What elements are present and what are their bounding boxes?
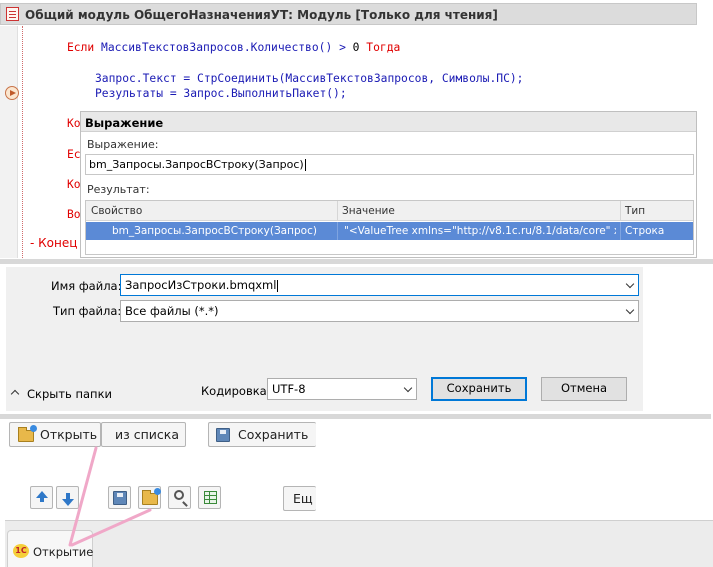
result-type-cell[interactable]: Строка [625,225,693,237]
save-disk-icon [216,428,230,442]
open-folder-icon [142,488,161,505]
magnifier-icon [174,490,184,500]
chevron-down-icon[interactable] [625,305,635,315]
module-window-titlebar: Общий модуль ОбщегоНазначенияУТ: Модуль … [0,3,697,25]
hide-folders-toggle[interactable]: Скрыть папки [27,387,112,401]
code-line-if[interactable]: Если МассивТекстовЗапросов.Количество() … [67,41,400,54]
open-folder-icon [18,425,37,442]
result-table-header: Свойство Значение Тип [86,201,693,221]
file-type-label: Тип файла: [53,304,122,318]
code-fragment: Во [67,208,81,221]
fold-guide [22,26,23,258]
chevron-up-icon[interactable] [10,389,20,399]
result-table[interactable]: Свойство Значение Тип bm_Запросы.ЗапросВ… [85,200,694,255]
save-toolbar-button[interactable]: Сохранить [208,422,316,447]
move-down-button[interactable] [56,486,79,509]
tab-open[interactable]: 1С Открытие [7,530,93,567]
code-gutter[interactable] [0,26,18,258]
expression-dialog: Выражение Выражение: bm_Запросы.ЗапросВС… [80,111,697,258]
encoding-label: Кодировка: [201,384,271,398]
code-fragment: Ес [67,148,81,161]
expression-dialog-title: Выражение [81,112,696,132]
spreadsheet-button[interactable] [198,486,221,509]
code-fragment: Ко [67,117,81,130]
save-small-button[interactable] [108,486,131,509]
from-list-button[interactable]: из списка [101,422,186,447]
arrow-down-icon [62,493,74,506]
file-type-select[interactable]: Все файлы (*.*) [120,300,639,322]
module-icon [6,7,19,21]
expression-label: Выражение: [87,138,159,151]
file-name-input[interactable]: ЗапросИзСтроки.bmqxml [120,274,639,296]
save-button[interactable]: Сохранить [431,377,527,401]
save-file-dialog: Имя файла: ЗапросИзСтроки.bmqxml Тип фай… [6,267,643,411]
panel-divider [0,259,713,264]
panel-divider [0,414,711,419]
result-value-cell[interactable]: "<ValueTree xmlns="http://v8.1c.ru/8.1/d… [344,225,616,237]
window-tab-bar: 1С Открытие [5,520,713,567]
arrow-up-icon [36,491,48,502]
more-button[interactable]: Ещ [283,486,316,511]
preview-button[interactable] [168,486,191,509]
expression-input[interactable]: bm_Запросы.ЗапросВСтроку(Запрос) [85,154,694,175]
result-label: Результат: [87,183,150,196]
open-button[interactable]: Открыть [9,422,101,447]
code-line-execute[interactable]: Результаты = Запрос.ВыполнитьПакет(); [95,87,347,100]
open-small-button[interactable] [138,486,161,509]
column-header-value[interactable]: Значение [342,205,395,217]
form-toolbar-panel: Открыть из списка Сохранить Ещ 1С Открыт… [0,420,713,567]
breakpoint-arrow-icon[interactable] [5,86,19,100]
result-property-cell[interactable]: bm_Запросы.ЗапросВСтроку(Запрос) [112,225,334,237]
move-up-button[interactable] [30,486,53,509]
code-line-end: - Конец [30,236,78,250]
code-fragment: Ко [67,178,81,191]
code-line-query-text[interactable]: Запрос.Текст = СтрСоединить(МассивТексто… [95,72,523,85]
save-disk-icon [113,491,127,505]
column-header-property[interactable]: Свойство [91,205,142,217]
1c-logo-icon: 1С [13,544,29,558]
file-name-label: Имя файла: [51,279,122,293]
result-row-selected[interactable]: bm_Запросы.ЗапросВСтроку(Запрос) "<Value… [86,222,693,240]
cancel-button[interactable]: Отмена [541,377,627,401]
module-window-title: Общий модуль ОбщегоНазначенияУТ: Модуль … [25,8,498,22]
tab-open-label: Открытие [33,545,94,559]
chevron-down-icon[interactable] [403,383,413,393]
spreadsheet-icon [204,491,217,504]
chevron-down-icon[interactable] [625,279,635,289]
code-module-panel: Общий модуль ОбщегоНазначенияУТ: Модуль … [0,0,713,258]
column-header-type[interactable]: Тип [625,205,645,217]
encoding-select[interactable]: UTF-8 [267,378,417,400]
